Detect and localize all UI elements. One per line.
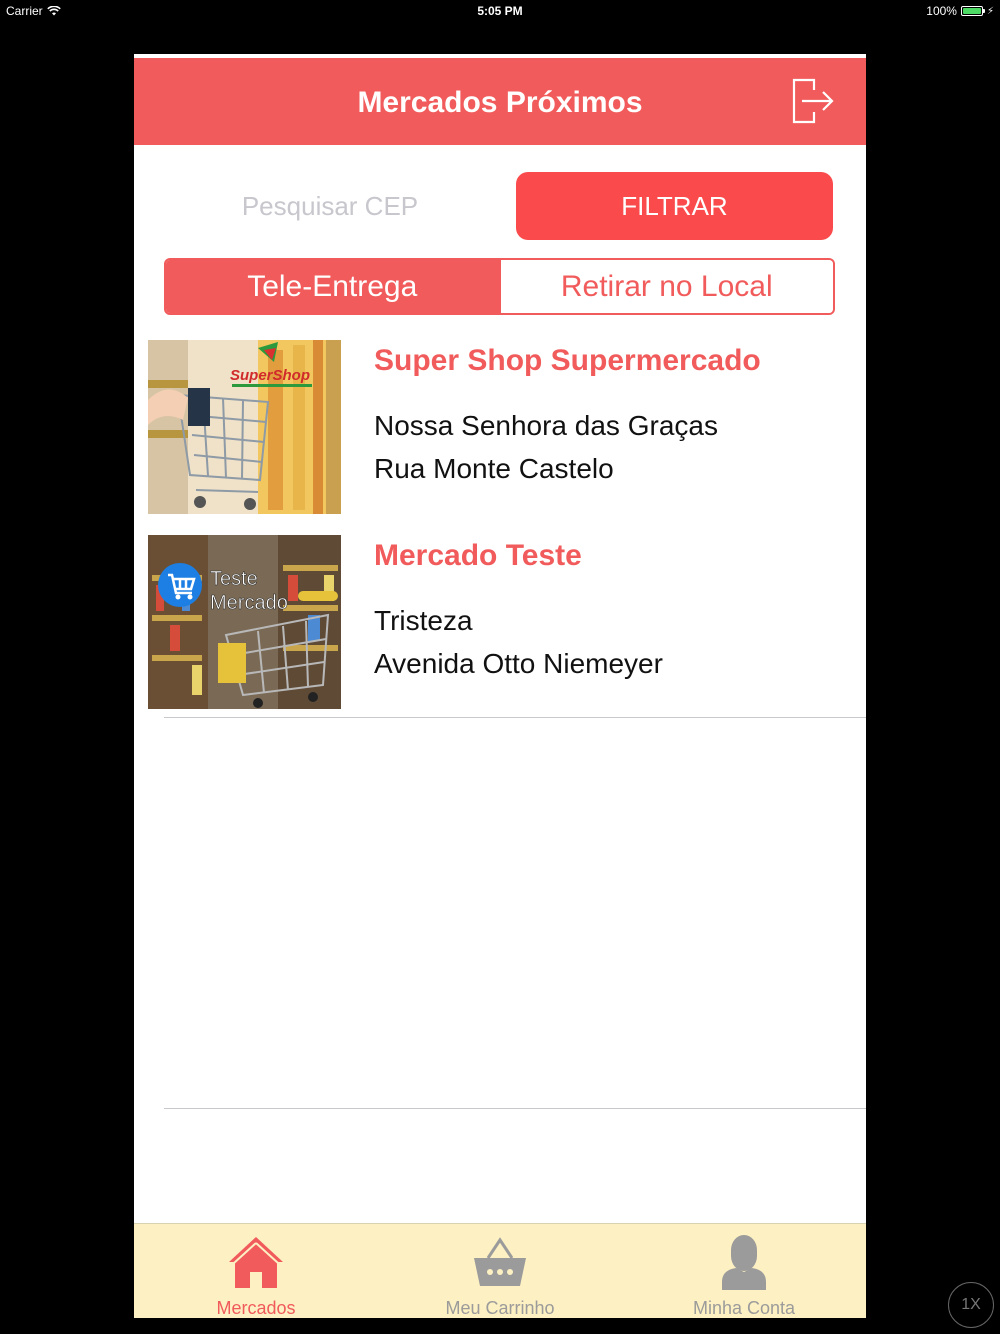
filter-button[interactable]: FILTRAR: [516, 172, 833, 240]
app-window: Mercados Próximos FILTRAR Tele-Entrega R…: [134, 54, 866, 1318]
tab-mercados[interactable]: Mercados: [134, 1224, 378, 1318]
tab-minha-conta[interactable]: Minha Conta: [622, 1224, 866, 1318]
market-neighborhood: Tristeza: [374, 605, 473, 636]
market-thumbnail: Teste Mercado: [148, 535, 341, 709]
market-thumbnail: SuperShop: [148, 340, 341, 514]
mercado-logo-text: Mercado: [210, 592, 288, 614]
market-name: Mercado Teste: [374, 539, 582, 572]
tab-label: Minha Conta: [692, 1298, 796, 1318]
battery-percent: 100%: [926, 4, 957, 18]
market-row[interactable]: Teste Mercado Mercado Teste Tristeza Ave…: [134, 533, 866, 728]
user-icon: [722, 1235, 766, 1290]
market-list: SuperShop Super Shop Supermercado Nossa …: [134, 338, 866, 728]
zoom-badge[interactable]: 1X: [948, 1282, 994, 1328]
segment-retirar-no-local[interactable]: Retirar no Local: [498, 260, 833, 313]
home-icon: [229, 1237, 283, 1288]
list-separator: [164, 1108, 866, 1109]
market-name: Super Shop Supermercado: [374, 344, 761, 377]
cep-search-input[interactable]: [174, 178, 486, 234]
nav-bar: Mercados Próximos: [134, 58, 866, 145]
market-row[interactable]: SuperShop Super Shop Supermercado Nossa …: [134, 338, 866, 533]
search-row: FILTRAR: [134, 172, 866, 240]
logout-arrow-icon[interactable]: [788, 76, 836, 126]
basket-icon: [474, 1237, 526, 1286]
segment-tele-entrega[interactable]: Tele-Entrega: [166, 260, 499, 313]
tab-bar: Mercados Meu Carrinho Minha Conta: [134, 1223, 866, 1318]
list-separator: [164, 717, 866, 718]
page-title: Mercados Próximos: [357, 86, 643, 119]
market-neighborhood: Nossa Senhora das Graças: [374, 410, 718, 441]
supershop-logo-text: SuperShop: [230, 367, 310, 384]
market-street: Avenida Otto Niemeyer: [374, 648, 663, 679]
delivery-mode-segmented-control: Tele-Entrega Retirar no Local: [164, 258, 835, 315]
status-time: 5:05 PM: [477, 4, 523, 18]
charging-icon: ⚡: [986, 5, 994, 17]
battery-group: 100% ⚡: [926, 4, 994, 18]
battery-icon: [960, 6, 985, 16]
teste-logo-text: Teste: [210, 568, 258, 590]
tab-label: Meu Carrinho: [445, 1298, 555, 1318]
status-bar: Carrier 5:05 PM 100% ⚡: [0, 0, 1000, 22]
tab-meu-carrinho[interactable]: Meu Carrinho: [378, 1224, 622, 1318]
tab-label: Mercados: [216, 1298, 296, 1318]
market-street: Rua Monte Castelo: [374, 453, 614, 484]
